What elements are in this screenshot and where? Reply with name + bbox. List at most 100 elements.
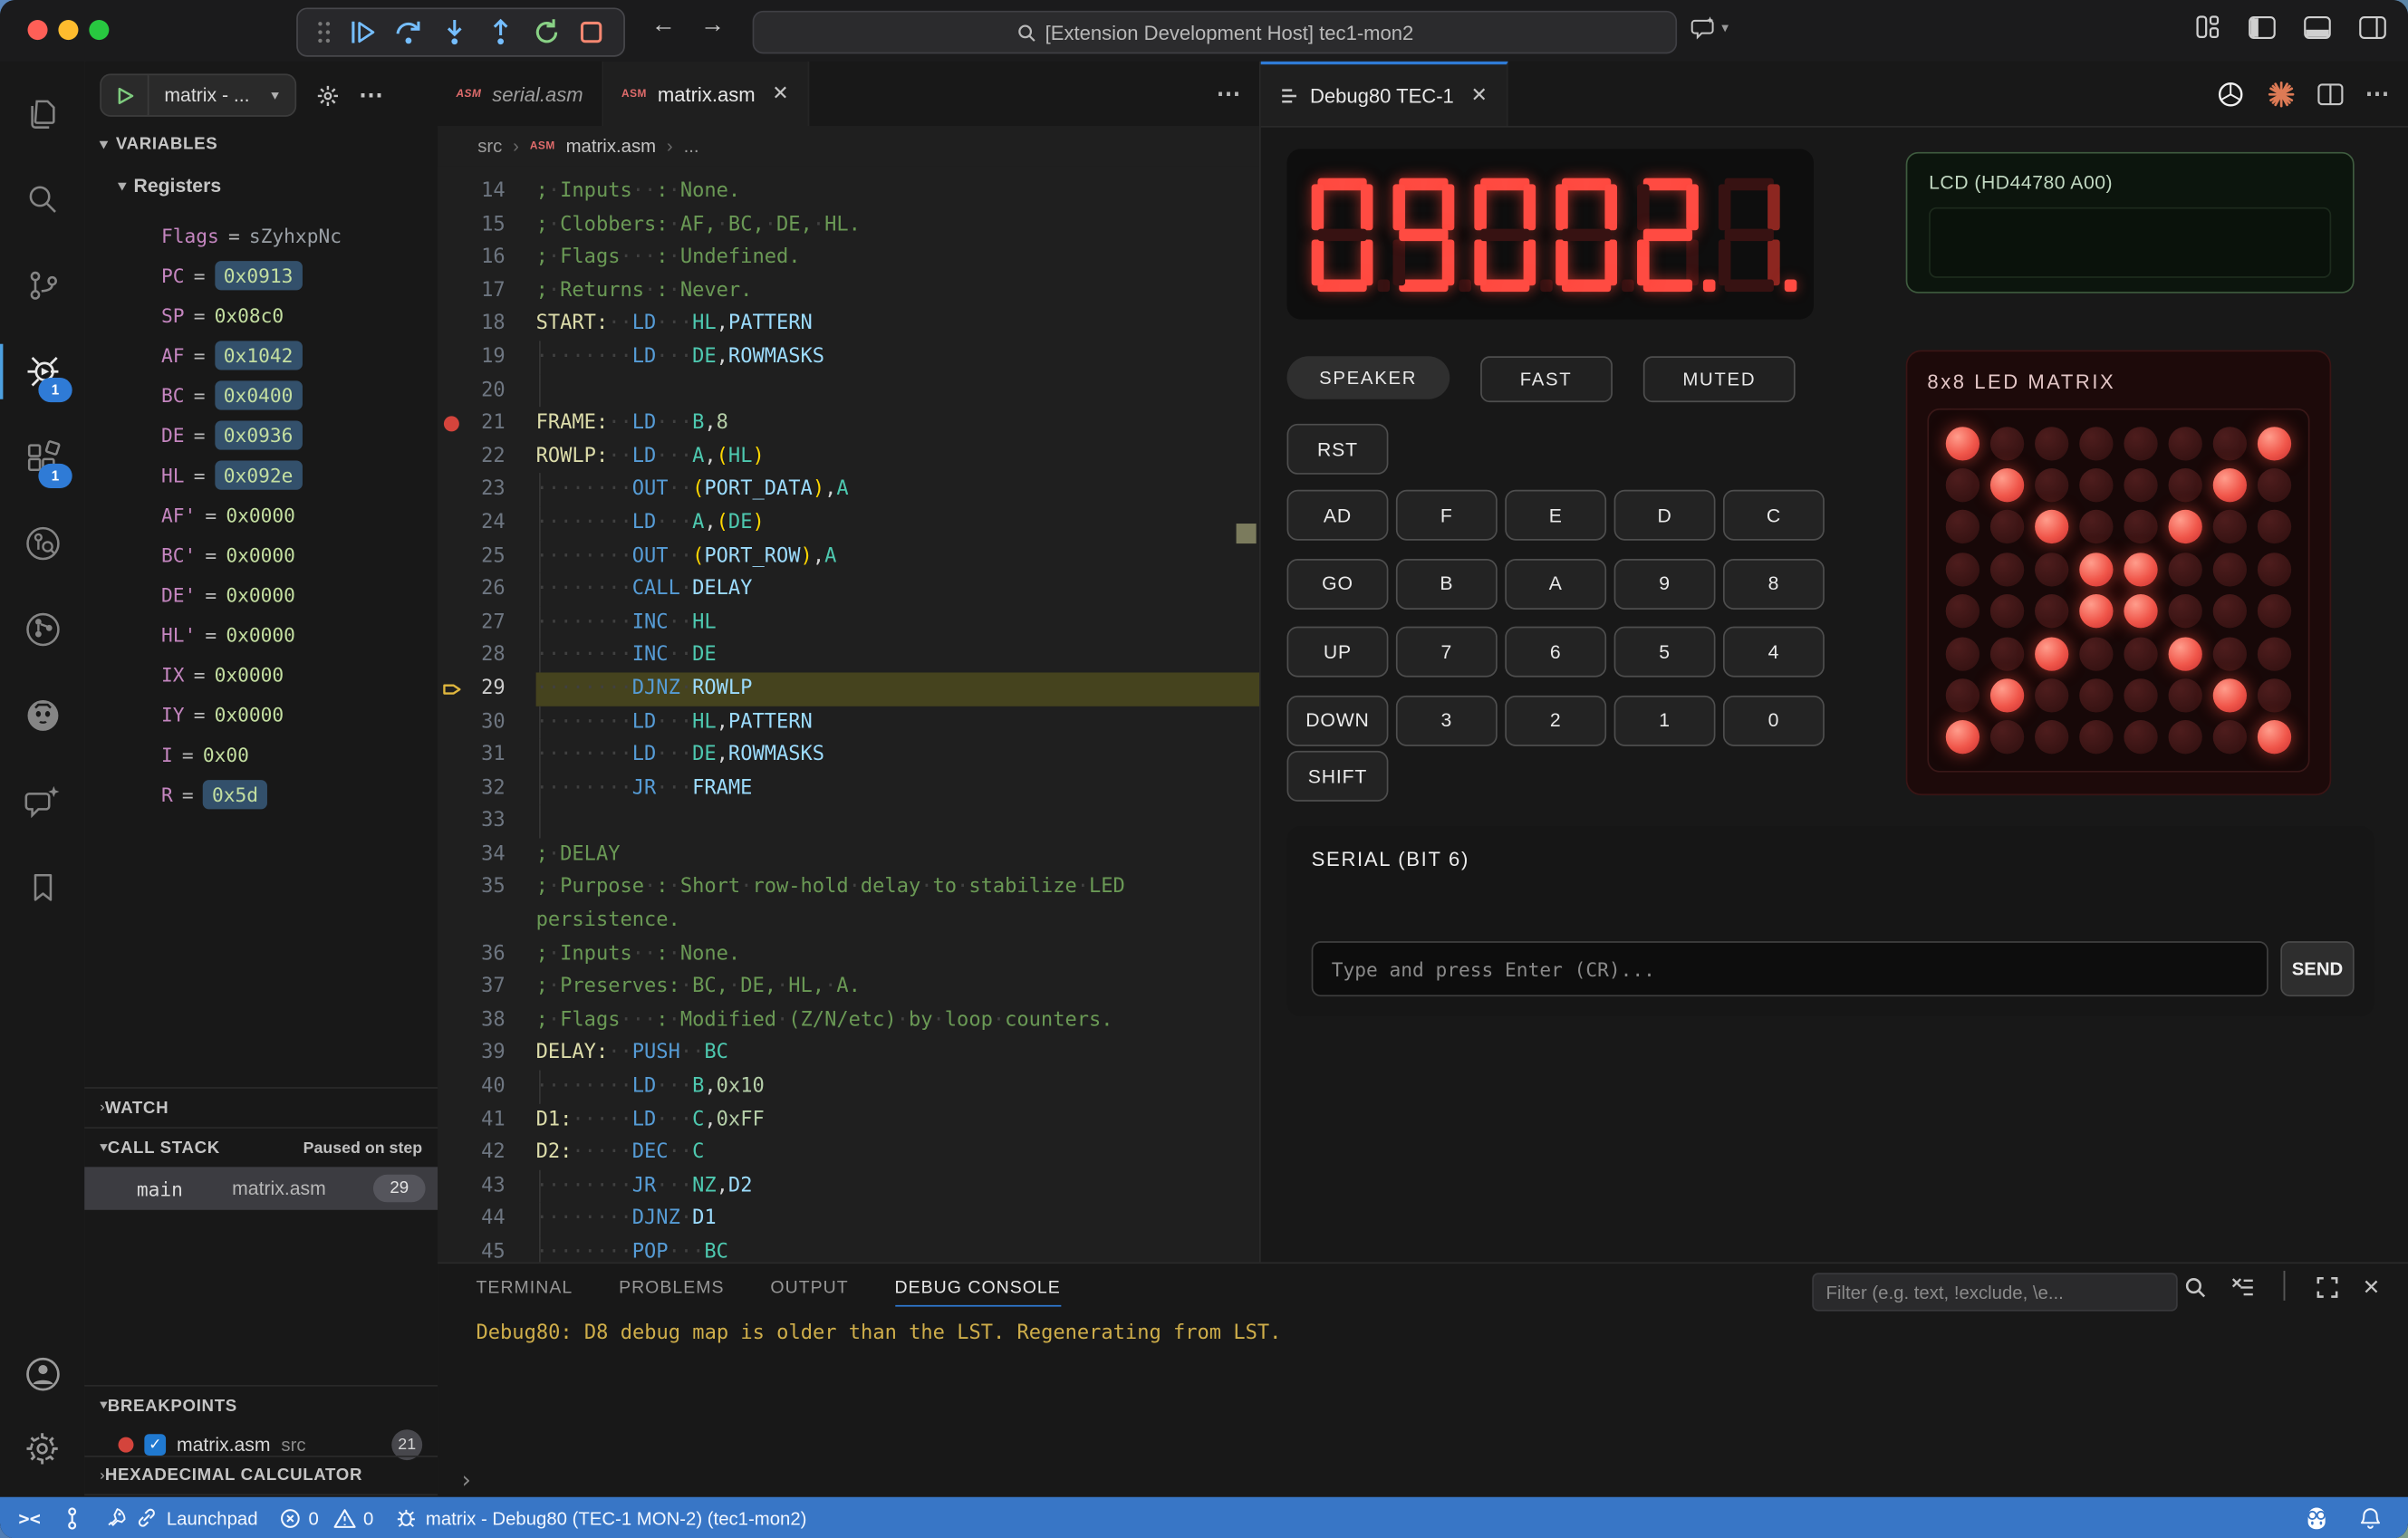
chevron-down-icon[interactable]: ▾ (1721, 19, 1729, 36)
code-line[interactable]: 26········CALL·DELAY (438, 573, 1259, 607)
code-line[interactable]: 34;·DELAY (438, 838, 1259, 871)
sidebar-item-search[interactable] (0, 163, 84, 236)
launchpad-statusbar-item[interactable]: Launchpad (94, 1497, 268, 1538)
registers-group-header[interactable]: ▾ Registers (119, 175, 222, 197)
code-line[interactable]: 43········JR···NZ,D2 (438, 1169, 1259, 1203)
variables-section-header[interactable]: ▾ VARIABLES (100, 135, 217, 153)
gutter[interactable] (438, 1169, 466, 1203)
step-into-icon[interactable] (439, 17, 470, 48)
register-row[interactable]: DE=0x0936 (84, 415, 438, 455)
gutter[interactable] (438, 871, 466, 905)
step-over-icon[interactable] (393, 17, 424, 48)
notifications-statusbar-item[interactable] (2348, 1505, 2393, 1530)
sidebar-item-chat[interactable] (0, 764, 84, 838)
close-tab-icon[interactable]: ✕ (1470, 83, 1487, 108)
call-stack-frame-row[interactable]: main matrix.asm 29 (84, 1167, 438, 1209)
register-row[interactable]: HL=0x092e (84, 455, 438, 495)
code-line[interactable]: 21FRAME:··LD···B,8 (438, 407, 1259, 440)
gutter[interactable] (438, 739, 466, 773)
code-line[interactable]: 41D1:·····LD···C,0xFF (438, 1103, 1259, 1137)
editor-more-actions[interactable]: ⋯ (2365, 78, 2390, 109)
code-line[interactable]: 33 (438, 805, 1259, 839)
gutter[interactable] (438, 838, 466, 871)
code-line[interactable]: 29········DJNZ·ROWLP (438, 672, 1259, 706)
key-a[interactable]: A (1505, 558, 1606, 609)
muted-toggle[interactable]: MUTED (1642, 356, 1796, 402)
nav-back-icon[interactable]: ← (651, 13, 676, 41)
code-line[interactable]: 20 (438, 374, 1259, 408)
key-go[interactable]: GO (1287, 558, 1389, 609)
start-debug-button[interactable] (101, 75, 149, 115)
console-filter-input[interactable]: Filter (e.g. text, !exclude, \e... (1812, 1273, 2177, 1311)
breadcrumb-file[interactable]: matrix.asm (566, 135, 656, 157)
breadcrumb-dir[interactable]: src (477, 135, 502, 157)
register-row[interactable]: BC=0x0400 (84, 375, 438, 415)
register-row[interactable]: R=0x5d (84, 774, 438, 813)
step-out-icon[interactable] (486, 17, 516, 48)
code-line[interactable]: 24········LD···A,(DE) (438, 506, 1259, 540)
gutter[interactable] (438, 440, 466, 474)
sidebar-item-gitlens[interactable] (0, 506, 84, 580)
sidebar-item-explorer[interactable] (0, 77, 84, 150)
rst-button[interactable]: RST (1287, 424, 1389, 475)
gutter[interactable] (438, 1071, 466, 1104)
gutter[interactable] (438, 506, 466, 540)
gutter[interactable] (438, 1236, 466, 1263)
toggle-secondary-sidebar-icon[interactable] (2359, 14, 2387, 39)
panel-tab-output[interactable]: OUTPUT (770, 1264, 848, 1312)
fast-toggle[interactable]: FAST (1480, 356, 1613, 402)
code-line[interactable]: 28········INC··DE (438, 639, 1259, 673)
code-line[interactable]: 40········LD···B,0x10 (438, 1071, 1259, 1104)
command-center-search[interactable]: [Extension Development Host] tec1-mon2 (753, 11, 1677, 53)
gutter[interactable] (438, 208, 466, 242)
register-row[interactable]: Flags=sZyhxpNc (84, 215, 438, 255)
sidebar-item-source-control[interactable] (0, 249, 84, 322)
code-line[interactable]: 36;·Inputs··:·None. (438, 937, 1259, 971)
gutter[interactable] (438, 937, 466, 971)
tab-matrix-asm[interactable]: ASM matrix.asm ✕ (603, 62, 809, 126)
code-line[interactable]: 18START:··LD···HL,PATTERN (438, 308, 1259, 341)
send-button[interactable]: SEND (2280, 941, 2354, 996)
register-row[interactable]: HL'=0x0000 (84, 614, 438, 654)
hex-calculator-section-header[interactable]: › HEXADECIMAL CALCULATOR (84, 1456, 438, 1495)
gutter[interactable] (438, 1137, 466, 1170)
register-row[interactable]: PC=0x0913 (84, 255, 438, 294)
code-line[interactable]: 25········OUT··(PORT_ROW),A (438, 540, 1259, 573)
continue-icon[interactable] (347, 17, 378, 48)
stop-icon[interactable] (577, 18, 605, 46)
gutter[interactable] (438, 341, 466, 374)
sidebar-item-run-debug[interactable]: 1 (0, 335, 84, 409)
panel-tab-problems[interactable]: PROBLEMS (619, 1264, 724, 1312)
restart-icon[interactable] (532, 17, 563, 48)
gutter[interactable] (438, 1004, 466, 1037)
key-4[interactable]: 4 (1723, 627, 1825, 678)
gutter[interactable] (438, 374, 466, 408)
code-editor[interactable]: 14;·Inputs··:·None.15;·Clobbers:·AF,·BC,… (438, 166, 1259, 1262)
key-c[interactable]: C (1723, 490, 1825, 541)
search-icon[interactable] (2184, 1275, 2207, 1298)
settings-button[interactable] (0, 1411, 84, 1485)
close-panel-icon[interactable]: ✕ (2363, 1274, 2381, 1300)
gutter[interactable] (438, 175, 466, 208)
gutter[interactable] (438, 540, 466, 573)
sidebar-item-github[interactable] (0, 678, 84, 752)
account-button[interactable] (0, 1337, 84, 1410)
gutter[interactable] (438, 905, 466, 938)
scrollbar-decoration[interactable] (1237, 524, 1257, 543)
key-9[interactable]: 9 (1614, 558, 1716, 609)
key-1[interactable]: 1 (1614, 695, 1716, 745)
key-up[interactable]: UP (1287, 627, 1389, 678)
code-line[interactable]: 17;·Returns·:·Never. (438, 274, 1259, 308)
gutter[interactable] (438, 241, 466, 274)
key-3[interactable]: 3 (1396, 695, 1498, 745)
sidebar-item-git-graph[interactable] (0, 592, 84, 666)
tab-serial-asm[interactable]: ASM serial.asm (438, 62, 603, 126)
zoom-window-button[interactable] (89, 20, 109, 40)
register-row[interactable]: DE'=0x0000 (84, 574, 438, 614)
code-line[interactable]: 42D2:·····DEC··C (438, 1137, 1259, 1170)
register-row[interactable]: AF=0x1042 (84, 335, 438, 375)
debug-config-dropdown[interactable]: matrix - ... ▾ (149, 84, 294, 106)
code-line[interactable]: 15;·Clobbers:·AF,·BC,·DE,·HL. (438, 208, 1259, 242)
maximize-panel-icon[interactable] (2316, 1275, 2339, 1298)
copilot-statusbar-item[interactable] (2291, 1506, 2342, 1529)
